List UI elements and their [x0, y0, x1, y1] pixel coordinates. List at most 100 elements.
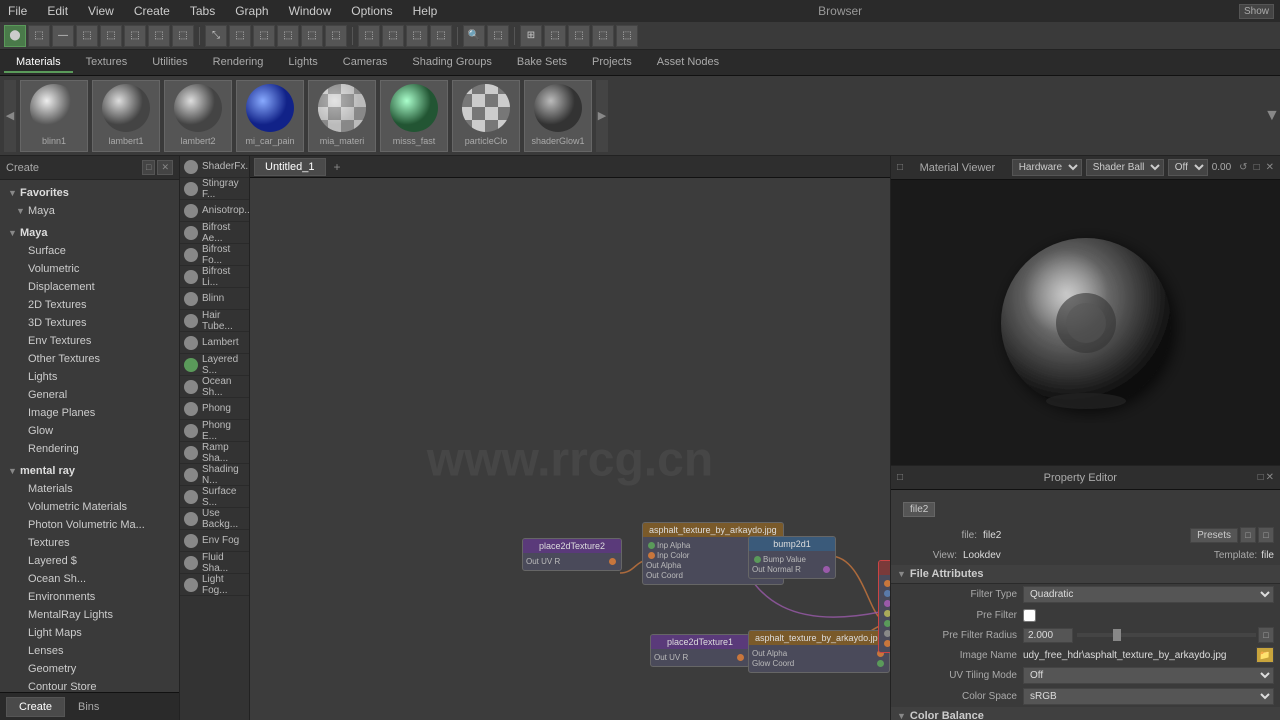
create-panel-close[interactable]: ✕: [157, 160, 173, 175]
tree-volumetric[interactable]: Volumetric: [0, 260, 179, 278]
tool-12[interactable]: ⬚: [301, 25, 323, 47]
mat-scroll-end[interactable]: ▼: [1264, 107, 1276, 125]
tree-surface[interactable]: Surface: [0, 242, 179, 260]
node-canvas[interactable]: www.rrcg.cn place2dTexture2 Out UV R asp…: [250, 178, 890, 720]
menu-file[interactable]: File: [4, 2, 31, 20]
tool-9[interactable]: ⬚: [229, 25, 251, 47]
shader-shading-n[interactable]: Shading N...: [180, 464, 249, 486]
menu-graph[interactable]: Graph: [231, 2, 272, 20]
node-tab-untitled[interactable]: Untitled_1: [254, 158, 326, 176]
tree-mr-lights[interactable]: MentalRay Lights: [0, 606, 179, 624]
tool-20[interactable]: ⊞: [520, 25, 542, 47]
tree-contour-store[interactable]: Contour Store: [0, 678, 179, 692]
shader-ramp[interactable]: Ramp Sha...: [180, 442, 249, 464]
tool-4[interactable]: ⬚: [100, 25, 122, 47]
tool-15[interactable]: ⬚: [382, 25, 404, 47]
node-asphalt-bottom[interactable]: asphalt_texture_by_arkaydo.jpg Out Alpha…: [748, 630, 890, 673]
menu-help[interactable]: Help: [409, 2, 442, 20]
image-folder-btn[interactable]: 📁: [1256, 647, 1274, 663]
node-bump2d[interactable]: bump2d1 Bump Value Out Normal R: [748, 536, 836, 579]
tool-10[interactable]: ⬚: [253, 25, 275, 47]
tab-materials[interactable]: Materials: [4, 53, 73, 73]
material-particle-cloud[interactable]: particleClo: [452, 80, 520, 152]
tool-21[interactable]: ⬚: [544, 25, 566, 47]
shader-light-fog[interactable]: Light Fog...: [180, 574, 249, 596]
menu-options[interactable]: Options: [347, 2, 396, 20]
tab-textures[interactable]: Textures: [74, 53, 140, 73]
material-blinn1[interactable]: blinn1: [20, 80, 88, 152]
tab-asset-nodes[interactable]: Asset Nodes: [645, 53, 731, 73]
mv-shape-select[interactable]: Shader Ball: [1086, 159, 1164, 176]
material-lambert2[interactable]: lambert2: [164, 80, 232, 152]
shader-surface-s[interactable]: Surface S...: [180, 486, 249, 508]
tool-2[interactable]: —: [52, 25, 74, 47]
tool-18[interactable]: 🔍: [463, 25, 485, 47]
tree-displacement[interactable]: Displacement: [0, 278, 179, 296]
tool-11[interactable]: ⬚: [277, 25, 299, 47]
tool-22[interactable]: ⬚: [568, 25, 590, 47]
node-tab-add[interactable]: +: [328, 158, 347, 176]
shader-anisotropic[interactable]: Anisotrop...: [180, 200, 249, 222]
menu-view[interactable]: View: [84, 2, 118, 20]
tool-5[interactable]: ⬚: [124, 25, 146, 47]
tree-environments[interactable]: Environments: [0, 588, 179, 606]
shader-phong[interactable]: Phong: [180, 398, 249, 420]
tool-24[interactable]: ⬚: [616, 25, 638, 47]
material-misss-fast[interactable]: misss_fast: [380, 80, 448, 152]
tool-17[interactable]: ⬚: [430, 25, 452, 47]
shader-bifrost-fo[interactable]: Bifrost Fo...: [180, 244, 249, 266]
file-icon-2[interactable]: □: [1258, 527, 1274, 543]
shader-bifrost-li[interactable]: Bifrost Li...: [180, 266, 249, 288]
pre-filter-radius-input[interactable]: [1023, 628, 1073, 643]
tab-cameras[interactable]: Cameras: [331, 53, 400, 73]
shader-ocean[interactable]: Ocean Sh...: [180, 376, 249, 398]
mat-scroll-right[interactable]: ▶: [596, 80, 608, 152]
create-panel-float[interactable]: □: [142, 160, 155, 175]
tool-16[interactable]: ⬚: [406, 25, 428, 47]
shader-layered[interactable]: Layered S...: [180, 354, 249, 376]
pre-filter-radius-icon[interactable]: □: [1258, 627, 1274, 643]
tree-volumetric-mat[interactable]: Volumetric Materials: [0, 498, 179, 516]
material-mia-material[interactable]: mia_materi: [308, 80, 376, 152]
shader-phong-e[interactable]: Phong E...: [180, 420, 249, 442]
tab-utilities[interactable]: Utilities: [140, 53, 199, 73]
tool-1[interactable]: ⬚: [28, 25, 50, 47]
menu-edit[interactable]: Edit: [43, 2, 72, 20]
show-button[interactable]: Show: [1239, 4, 1274, 19]
tool-23[interactable]: ⬚: [592, 25, 614, 47]
mat-scroll-left[interactable]: ◀: [4, 80, 16, 152]
color-space-select[interactable]: sRGB: [1023, 688, 1274, 705]
shader-blinn[interactable]: Blinn: [180, 288, 249, 310]
pre-filter-radius-slider[interactable]: [1077, 628, 1256, 642]
tree-other-textures[interactable]: Other Textures: [0, 350, 179, 368]
pe-close-btn[interactable]: ✕: [1266, 472, 1274, 483]
tab-bake-sets[interactable]: Bake Sets: [505, 53, 579, 73]
mv-float-btn[interactable]: □: [1254, 162, 1260, 173]
bottom-tab-create[interactable]: Create: [6, 697, 65, 717]
pre-filter-checkbox[interactable]: [1023, 609, 1036, 622]
tab-projects[interactable]: Projects: [580, 53, 644, 73]
tool-hardware[interactable]: ⬤: [4, 25, 26, 47]
material-shader-glow[interactable]: shaderGlow1: [524, 80, 592, 152]
shader-shaderfx[interactable]: ShaderFx...: [180, 156, 249, 178]
file-icon-1[interactable]: □: [1240, 527, 1256, 543]
tab-rendering[interactable]: Rendering: [201, 53, 276, 73]
tree-env-textures[interactable]: Env Textures: [0, 332, 179, 350]
tree-favorites-maya[interactable]: ▼Maya: [0, 202, 179, 220]
tree-mentalray[interactable]: ▼mental ray: [0, 462, 179, 480]
mv-close-btn[interactable]: ✕: [1266, 162, 1274, 173]
tree-favorites[interactable]: ▼Favorites: [0, 184, 179, 202]
tool-6[interactable]: ⬚: [148, 25, 170, 47]
tree-image-planes[interactable]: Image Planes: [0, 404, 179, 422]
bottom-tab-bins[interactable]: Bins: [65, 697, 112, 717]
material-lambert1[interactable]: lambert1: [92, 80, 160, 152]
tree-maya[interactable]: ▼Maya: [0, 224, 179, 242]
shader-fluid[interactable]: Fluid Sha...: [180, 552, 249, 574]
node-place2d-2[interactable]: place2dTexture2 Out UV R: [522, 538, 622, 571]
material-mi-car-paint[interactable]: mi_car_pain: [236, 80, 304, 152]
tree-photon-vol[interactable]: Photon Volumetric Ma...: [0, 516, 179, 534]
pe-float-btn[interactable]: □: [1258, 472, 1264, 483]
menu-tabs[interactable]: Tabs: [186, 2, 219, 20]
shader-stingray[interactable]: Stingray F...: [180, 178, 249, 200]
tree-geometry[interactable]: Geometry: [0, 660, 179, 678]
